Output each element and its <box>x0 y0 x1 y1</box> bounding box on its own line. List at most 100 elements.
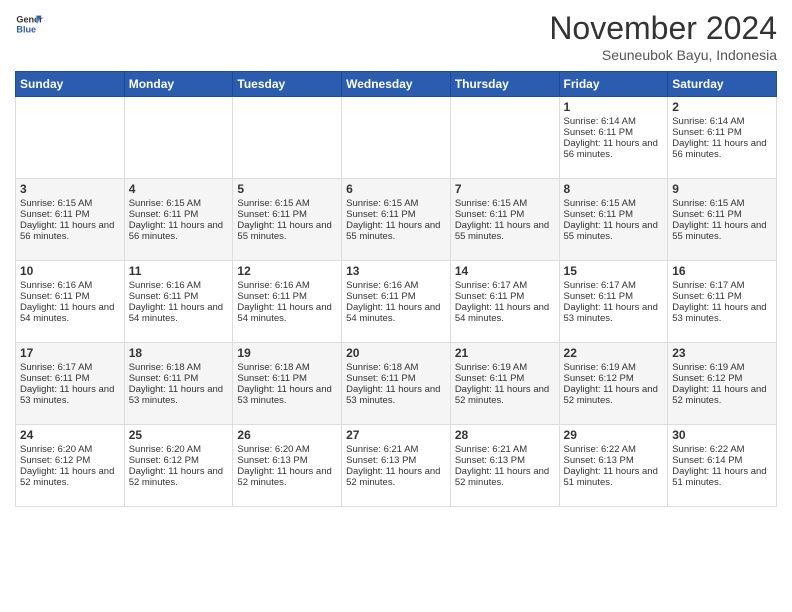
day-info: Sunrise: 6:19 AM <box>564 362 664 373</box>
day-info: Daylight: 11 hours and 56 minutes. <box>672 138 772 160</box>
day-info: Daylight: 11 hours and 52 minutes. <box>564 384 664 406</box>
day-info: Sunrise: 6:15 AM <box>564 198 664 209</box>
day-info: Sunrise: 6:17 AM <box>20 362 120 373</box>
day-info: Sunrise: 6:18 AM <box>346 362 446 373</box>
day-info: Sunrise: 6:16 AM <box>20 280 120 291</box>
day-number: 6 <box>346 182 446 196</box>
day-number: 12 <box>237 264 337 278</box>
day-number: 15 <box>564 264 664 278</box>
calendar-cell: 24Sunrise: 6:20 AMSunset: 6:12 PMDayligh… <box>16 425 125 507</box>
day-number: 30 <box>672 428 772 442</box>
calendar-cell: 14 Sunrise: 6:17 AMSunset: 6:11 PMDayligh… <box>450 261 559 343</box>
day-number: 16 <box>672 264 772 278</box>
day-number: 10 <box>20 264 120 278</box>
day-header: Thursday <box>450 72 559 97</box>
day-info: Sunrise: 6:16 AM <box>129 280 229 291</box>
day-info: Daylight: 11 hours and 55 minutes. <box>564 220 664 242</box>
day-info: Sunset: 6:11 PM <box>564 209 664 220</box>
day-info: Daylight: 11 hours and 55 minutes. <box>346 220 446 242</box>
day-info: Sunset: 6:11 PM <box>237 373 337 384</box>
calendar-cell: 9Sunrise: 6:15 AMSunset: 6:11 PMDaylight… <box>668 179 777 261</box>
day-info: Sunset: 6:12 PM <box>564 373 664 384</box>
day-info: Sunset: 6:11 PM <box>129 373 229 384</box>
day-info: Sunrise: 6:17 AM <box>455 280 555 291</box>
calendar-cell: 21Sunrise: 6:19 AMSunset: 6:11 PMDayligh… <box>450 343 559 425</box>
day-info: Daylight: 11 hours and 52 minutes. <box>346 466 446 488</box>
day-info: Sunset: 6:13 PM <box>237 455 337 466</box>
day-number: 25 <box>129 428 229 442</box>
month-title: November 2024 <box>549 10 777 47</box>
day-number: 7 <box>455 182 555 196</box>
day-info: Sunrise: 6:17 AM <box>564 280 664 291</box>
day-info: Daylight: 11 hours and 54 minutes. <box>346 302 446 324</box>
header: General Blue November 2024 Seuneubok Bay… <box>15 10 777 63</box>
calendar-cell: 23Sunrise: 6:19 AMSunset: 6:12 PMDayligh… <box>668 343 777 425</box>
day-info: Sunset: 6:13 PM <box>564 455 664 466</box>
day-info: Sunset: 6:11 PM <box>20 373 120 384</box>
day-info: Sunset: 6:11 PM <box>346 373 446 384</box>
day-info: Daylight: 11 hours and 52 minutes. <box>455 384 555 406</box>
day-info: Sunset: 6:11 PM <box>346 291 446 302</box>
day-info: Sunset: 6:11 PM <box>455 291 555 302</box>
day-info: Sunset: 6:13 PM <box>346 455 446 466</box>
day-number: 11 <box>129 264 229 278</box>
location: Seuneubok Bayu, Indonesia <box>549 47 777 63</box>
day-header: Friday <box>559 72 668 97</box>
day-info: Sunset: 6:11 PM <box>455 373 555 384</box>
day-header: Wednesday <box>342 72 451 97</box>
day-number: 27 <box>346 428 446 442</box>
calendar-cell <box>342 97 451 179</box>
day-info: Sunset: 6:11 PM <box>672 209 772 220</box>
day-info: Sunrise: 6:14 AM <box>672 116 772 127</box>
calendar-cell: 2Sunrise: 6:14 AMSunset: 6:11 PMDaylight… <box>668 97 777 179</box>
day-info: Daylight: 11 hours and 55 minutes. <box>237 220 337 242</box>
day-info: Sunrise: 6:15 AM <box>20 198 120 209</box>
day-header: Sunday <box>16 72 125 97</box>
calendar-cell: 16Sunrise: 6:17 AMSunset: 6:11 PMDayligh… <box>668 261 777 343</box>
day-number: 17 <box>20 346 120 360</box>
page: General Blue November 2024 Seuneubok Bay… <box>0 0 792 612</box>
calendar-cell: 28Sunrise: 6:21 AMSunset: 6:13 PMDayligh… <box>450 425 559 507</box>
calendar-cell: 19Sunrise: 6:18 AMSunset: 6:11 PMDayligh… <box>233 343 342 425</box>
calendar-cell: 17Sunrise: 6:17 AMSunset: 6:11 PMDayligh… <box>16 343 125 425</box>
day-info: Daylight: 11 hours and 54 minutes. <box>129 302 229 324</box>
day-info: Sunrise: 6:22 AM <box>672 444 772 455</box>
day-info: Sunset: 6:12 PM <box>672 373 772 384</box>
calendar-cell: 15Sunrise: 6:17 AMSunset: 6:11 PMDayligh… <box>559 261 668 343</box>
calendar-cell: 25Sunrise: 6:20 AMSunset: 6:12 PMDayligh… <box>124 425 233 507</box>
day-info: Daylight: 11 hours and 52 minutes. <box>237 466 337 488</box>
day-info: Sunset: 6:11 PM <box>129 291 229 302</box>
svg-text:Blue: Blue <box>16 24 36 34</box>
day-number: 3 <box>20 182 120 196</box>
day-header: Monday <box>124 72 233 97</box>
day-info: Sunrise: 6:20 AM <box>129 444 229 455</box>
day-info: Sunrise: 6:19 AM <box>455 362 555 373</box>
day-info: Sunrise: 6:21 AM <box>455 444 555 455</box>
day-info: Sunrise: 6:15 AM <box>129 198 229 209</box>
calendar-cell: 6Sunrise: 6:15 AMSunset: 6:11 PMDaylight… <box>342 179 451 261</box>
calendar-cell: 5Sunrise: 6:15 AMSunset: 6:11 PMDaylight… <box>233 179 342 261</box>
day-number: 19 <box>237 346 337 360</box>
day-header: Tuesday <box>233 72 342 97</box>
day-info: Sunset: 6:14 PM <box>672 455 772 466</box>
calendar-cell: 13Sunrise: 6:16 AMSunset: 6:11 PMDayligh… <box>342 261 451 343</box>
calendar-cell: 20Sunrise: 6:18 AMSunset: 6:11 PMDayligh… <box>342 343 451 425</box>
day-info: Daylight: 11 hours and 54 minutes. <box>237 302 337 324</box>
day-number: 24 <box>20 428 120 442</box>
day-info: Sunrise: 6:21 AM <box>346 444 446 455</box>
day-info: Daylight: 11 hours and 53 minutes. <box>346 384 446 406</box>
day-info: Sunset: 6:11 PM <box>129 209 229 220</box>
day-number: 14 <box>455 264 555 278</box>
day-number: 22 <box>564 346 664 360</box>
day-info: Sunrise: 6:16 AM <box>237 280 337 291</box>
day-info: Daylight: 11 hours and 56 minutes. <box>129 220 229 242</box>
day-info: Daylight: 11 hours and 54 minutes. <box>455 302 555 324</box>
calendar-cell <box>233 97 342 179</box>
day-number: 13 <box>346 264 446 278</box>
calendar-cell: 18Sunrise: 6:18 AMSunset: 6:11 PMDayligh… <box>124 343 233 425</box>
day-info: Daylight: 11 hours and 53 minutes. <box>237 384 337 406</box>
day-info: Sunset: 6:11 PM <box>672 127 772 138</box>
calendar-cell <box>124 97 233 179</box>
day-info: Daylight: 11 hours and 53 minutes. <box>672 302 772 324</box>
calendar-cell: 10Sunrise: 6:16 AMSunset: 6:11 PMDayligh… <box>16 261 125 343</box>
